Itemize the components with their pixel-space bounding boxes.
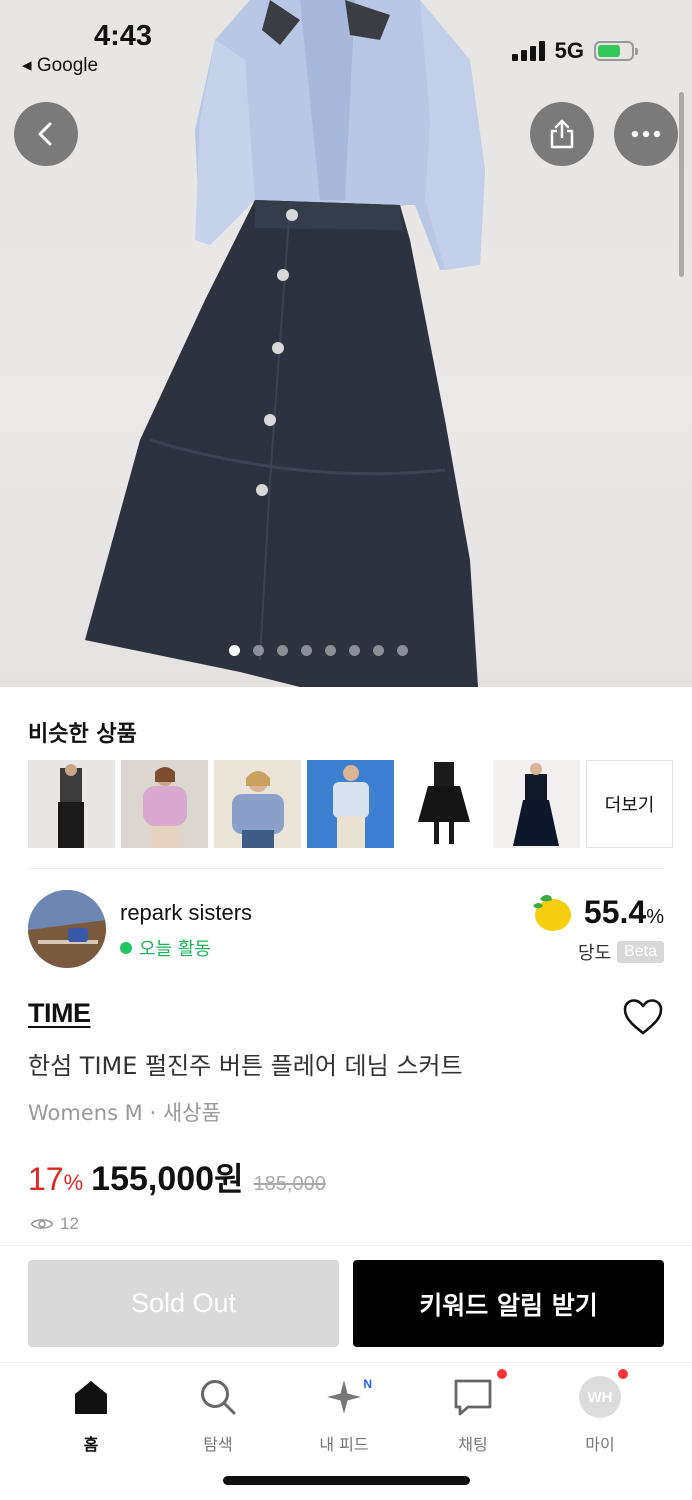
similar-item-thumbnail[interactable] <box>400 760 487 848</box>
avatar-icon: WH <box>578 1369 628 1419</box>
price-row: 17% 155,000원 185,000 <box>28 1154 326 1200</box>
notification-dot <box>497 1369 507 1379</box>
similar-item-thumbnail[interactable] <box>493 760 580 848</box>
online-dot-icon <box>120 942 132 954</box>
carousel-dot <box>349 645 360 656</box>
chevron-left-icon <box>38 122 52 146</box>
carousel-dot <box>277 645 288 656</box>
chat-icon <box>451 1369 507 1419</box>
back-to-app-link[interactable]: ◂ Google <box>22 54 98 77</box>
carousel-dot <box>373 645 384 656</box>
more-options-button[interactable] <box>614 102 678 166</box>
purchase-action-bar: Sold Out 키워드 알림 받기 <box>0 1245 692 1362</box>
network-type: 5G <box>554 38 584 63</box>
tab-my-feed[interactable]: N 내 피드 <box>294 1375 394 1455</box>
similar-item-thumbnail[interactable] <box>307 760 394 848</box>
user-initials: WH <box>579 1376 621 1418</box>
share-button[interactable] <box>530 102 594 166</box>
product-image-carousel[interactable]: 4:43 ◂ Google 5G <box>0 0 692 687</box>
similar-item-thumbnail[interactable] <box>28 760 115 848</box>
tab-label: 홈 <box>83 1435 99 1454</box>
sweetness-label: 당도 <box>577 943 612 964</box>
heart-icon <box>623 999 663 1035</box>
like-button[interactable] <box>622 998 664 1040</box>
view-count-value: 12 <box>60 1214 79 1233</box>
back-button[interactable] <box>14 102 78 166</box>
brand-link[interactable]: TIME <box>28 998 91 1029</box>
carousel-dot <box>325 645 336 656</box>
more-horizontal-icon <box>631 130 661 138</box>
sweetness-score: 55.4% <box>530 890 664 934</box>
view-count: 12 <box>30 1214 79 1234</box>
original-price: 185,000 <box>253 1173 326 1195</box>
divider <box>28 868 664 869</box>
discount-rate: 17% <box>28 1161 84 1197</box>
product-size-condition: Womens M · 새상품 <box>28 1101 221 1125</box>
sweetness-value: 55.4% <box>583 893 664 930</box>
carousel-dot-active <box>229 645 240 656</box>
tab-label: 내 피드 <box>319 1435 369 1454</box>
tab-label: 채팅 <box>458 1435 488 1454</box>
search-icon <box>196 1375 240 1419</box>
signal-icon <box>511 41 545 61</box>
status-indicators: 5G <box>511 38 638 64</box>
scrollbar[interactable] <box>679 92 684 277</box>
carousel-dot <box>397 645 408 656</box>
sold-out-button[interactable]: Sold Out <box>28 1260 339 1347</box>
battery-icon <box>594 41 638 61</box>
tab-chat[interactable]: 채팅 <box>423 1369 523 1455</box>
lemon-icon <box>532 894 571 931</box>
sale-price: 155,000원 <box>91 1160 244 1198</box>
similar-products-list: 더보기 <box>28 760 673 848</box>
share-icon <box>550 119 574 149</box>
home-indicator[interactable] <box>223 1476 470 1485</box>
tab-label: 마이 <box>585 1435 615 1454</box>
beta-badge: Beta <box>617 941 664 963</box>
carousel-dot <box>301 645 312 656</box>
seller-name[interactable]: repark sisters <box>120 900 252 926</box>
carousel-indicator <box>229 645 408 656</box>
similar-products-title: 비슷한 상품 <box>28 722 137 747</box>
tab-label: 탐색 <box>203 1435 233 1454</box>
home-icon <box>69 1375 113 1419</box>
status-time: 4:43 <box>94 20 153 52</box>
tab-home[interactable]: 홈 <box>41 1375 141 1455</box>
see-more-button[interactable]: 더보기 <box>586 760 673 848</box>
product-title: 한섬 TIME 펄진주 버튼 플레어 데님 스커트 <box>28 1052 463 1080</box>
seller-activity-status: 오늘 활동 <box>120 935 211 961</box>
similar-item-thumbnail[interactable] <box>121 760 208 848</box>
carousel-dot <box>253 645 264 656</box>
notification-dot <box>618 1369 628 1379</box>
eye-icon <box>30 1219 54 1229</box>
tab-my[interactable]: WH 마이 <box>550 1369 650 1455</box>
similar-item-thumbnail[interactable] <box>214 760 301 848</box>
tab-search[interactable]: 탐색 <box>168 1375 268 1455</box>
seller-avatar[interactable] <box>28 890 106 968</box>
sweetness-label-row: 당도 Beta <box>578 939 664 965</box>
keyword-alert-button[interactable]: 키워드 알림 받기 <box>353 1260 664 1347</box>
sparkle-icon: N <box>322 1375 372 1419</box>
activity-label: 오늘 활동 <box>139 939 211 960</box>
product-photo <box>85 0 485 687</box>
new-badge: N <box>363 1377 372 1391</box>
